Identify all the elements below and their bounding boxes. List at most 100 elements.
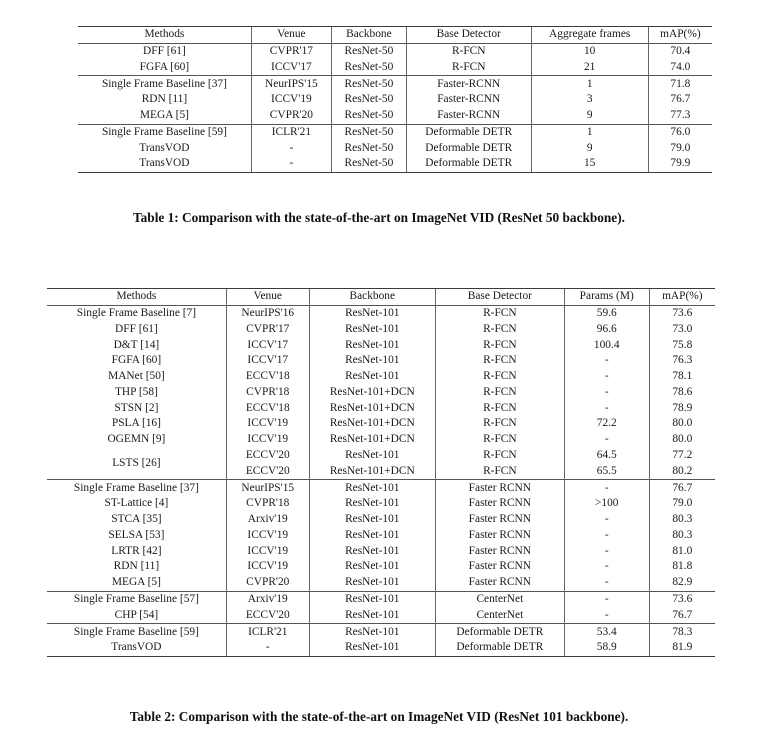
cell-backbone: ResNet-101 (308, 511, 436, 528)
cell-params: - (563, 432, 650, 448)
cell-map: 76.7 (648, 479, 715, 497)
cell-map: 80.0 (648, 416, 715, 433)
cell-backbone: ResNet-101 (308, 321, 436, 338)
cell-venue: ICCV'17 (225, 337, 310, 354)
table-1-header-row: Methods Venue Backbone Base Detector Agg… (78, 26, 712, 44)
cell-backbone: ResNet-50 (330, 59, 407, 76)
cell-backbone: ResNet-101 (308, 479, 436, 497)
cell-detector: R-FCN (434, 337, 565, 354)
cell-method: SELSA [53] (108, 528, 165, 541)
cell-venue: CVPR'18 (225, 384, 310, 401)
cell-map: 71.8 (647, 75, 712, 93)
cell-method: Single Frame Baseline [37] (47, 479, 227, 497)
cell-method: STSN [2] (114, 401, 159, 414)
table-row: RDN [11] ICCV'19 ResNet-101 Faster RCNN -81.… (47, 559, 715, 576)
cell-method: DFF [61] (78, 42, 252, 60)
cell-map: 79.0 (647, 140, 712, 157)
cell-detector: Faster RCNN (434, 511, 565, 528)
cell-backbone: ResNet-101 (308, 575, 436, 592)
cell-map: 77.3 (647, 107, 712, 125)
table-row: DFF [61] CVPR'17 ResNet-50 R-FCN 10 70.4 (78, 42, 712, 60)
cell-map: 76.7 (647, 92, 712, 108)
table-2: Methods Venue Backbone Base Detector Par… (47, 288, 715, 657)
cell-map: 73.6 (648, 304, 715, 322)
cell-frames: 21 (530, 59, 649, 76)
cell-params: - (563, 559, 650, 576)
cell-backbone: ResNet-50 (330, 156, 407, 174)
cell-method: TransVOD (47, 640, 227, 657)
cell-venue: Arxiv'19 (225, 590, 310, 608)
cell-backbone: ResNet-101+DCN (308, 463, 436, 480)
cell-venue: ICLR'21 (225, 623, 310, 641)
paper-page: Methods Venue Backbone Base Detector Agg… (0, 0, 758, 738)
cell-params: 96.6 (563, 321, 650, 338)
cell-method: ST-Lattice [4] (104, 497, 169, 510)
cell-method: PSLA [16] (111, 417, 161, 430)
cell-map: 76.0 (647, 123, 712, 141)
table-2-body: Single Frame Baseline [7] NeurIPS'16 ResNe… (47, 304, 715, 657)
cell-detector: Deformable DETR (405, 140, 532, 157)
cell-method: FGFA [60] (111, 354, 162, 367)
cell-venue: ICCV'19 (225, 543, 310, 560)
cell-detector: Faster-RCNN (405, 75, 532, 93)
cell-params: - (563, 543, 650, 560)
column-header-detector: Base Detector (434, 288, 565, 306)
cell-params: 72.2 (563, 416, 650, 433)
cell-venue: ECCV'20 (225, 607, 310, 624)
cell-map: 78.1 (648, 368, 715, 385)
cell-detector: R-FCN (434, 416, 565, 433)
cell-params: 65.5 (563, 463, 650, 480)
table-2-header-row: Methods Venue Backbone Base Detector Par… (47, 288, 715, 306)
cell-params: - (563, 527, 650, 544)
cell-method: CHP [54] (114, 608, 159, 621)
table-1-body: DFF [61] CVPR'17 ResNet-50 R-FCN 10 70.4 FGFA … (78, 42, 712, 174)
cell-detector: Faster RCNN (434, 479, 565, 497)
table-row: MEGA [5] CVPR'20 ResNet-50 Faster-RCNN 9 77.3 (78, 107, 712, 125)
cell-params: 64.5 (563, 447, 650, 464)
cell-detector: R-FCN (434, 304, 565, 322)
cell-frames: 3 (530, 92, 649, 108)
cell-detector: R-FCN (434, 447, 565, 464)
table-row: D&T [14] ICCV'17 ResNet-101 R-FCN 100.4 75.8 (47, 337, 715, 354)
cell-map: 78.9 (648, 400, 715, 417)
cell-detector: R-FCN (434, 384, 565, 401)
cell-venue: NeurIPS'16 (225, 304, 310, 322)
cell-params: 59.6 (563, 304, 650, 322)
table-2-head: Methods Venue Backbone Base Detector Par… (47, 288, 715, 306)
cell-detector: Faster RCNN (434, 496, 565, 512)
cell-params: - (563, 511, 650, 528)
cell-detector: R-FCN (434, 400, 565, 417)
cell-backbone: ResNet-50 (330, 123, 407, 141)
table-row: TransVOD - ResNet-50 Deformable DETR 9 79.0 (78, 140, 712, 157)
table-row: MANet [50] ECCV'18 ResNet-101 R-FCN -78.1 (47, 368, 715, 385)
cell-map: 76.3 (648, 353, 715, 369)
cell-venue: - (250, 156, 332, 174)
cell-backbone: ResNet-50 (330, 42, 407, 60)
cell-backbone: ResNet-101+DCN (308, 400, 436, 417)
column-header-map: mAP(%) (647, 26, 712, 44)
cell-detector: R-FCN (405, 42, 532, 60)
cell-backbone: ResNet-101 (308, 304, 436, 322)
cell-method: TransVOD (139, 141, 190, 154)
cell-venue: ECCV'18 (225, 400, 310, 417)
cell-backbone: ResNet-101 (308, 640, 436, 657)
table-row: Single Frame Baseline [59] ICLR'21 ResNet-… (47, 623, 715, 641)
cell-method: Single Frame Baseline [7] (47, 304, 227, 322)
cell-params: 53.4 (563, 623, 650, 641)
cell-params: - (563, 479, 650, 497)
column-header-backbone: Backbone (330, 26, 407, 44)
cell-map: 80.2 (648, 463, 715, 480)
cell-detector: R-FCN (434, 432, 565, 448)
cell-method: FGFA [60] (139, 60, 190, 73)
cell-backbone: ResNet-101 (308, 559, 436, 576)
cell-backbone: ResNet-101+DCN (308, 384, 436, 401)
cell-backbone: ResNet-50 (330, 92, 407, 108)
table-1-head: Methods Venue Backbone Base Detector Agg… (78, 26, 712, 44)
cell-params: 58.9 (563, 640, 650, 657)
table-1-grid: Methods Venue Backbone Base Detector Agg… (78, 26, 712, 174)
cell-venue: CVPR'20 (225, 575, 310, 592)
cell-map: 79.9 (647, 156, 712, 174)
cell-detector: Faster-RCNN (405, 92, 532, 108)
table-row: FGFA [60] ICCV'17 ResNet-101 R-FCN -76.3 (47, 353, 715, 369)
cell-detector: Faster RCNN (434, 559, 565, 576)
